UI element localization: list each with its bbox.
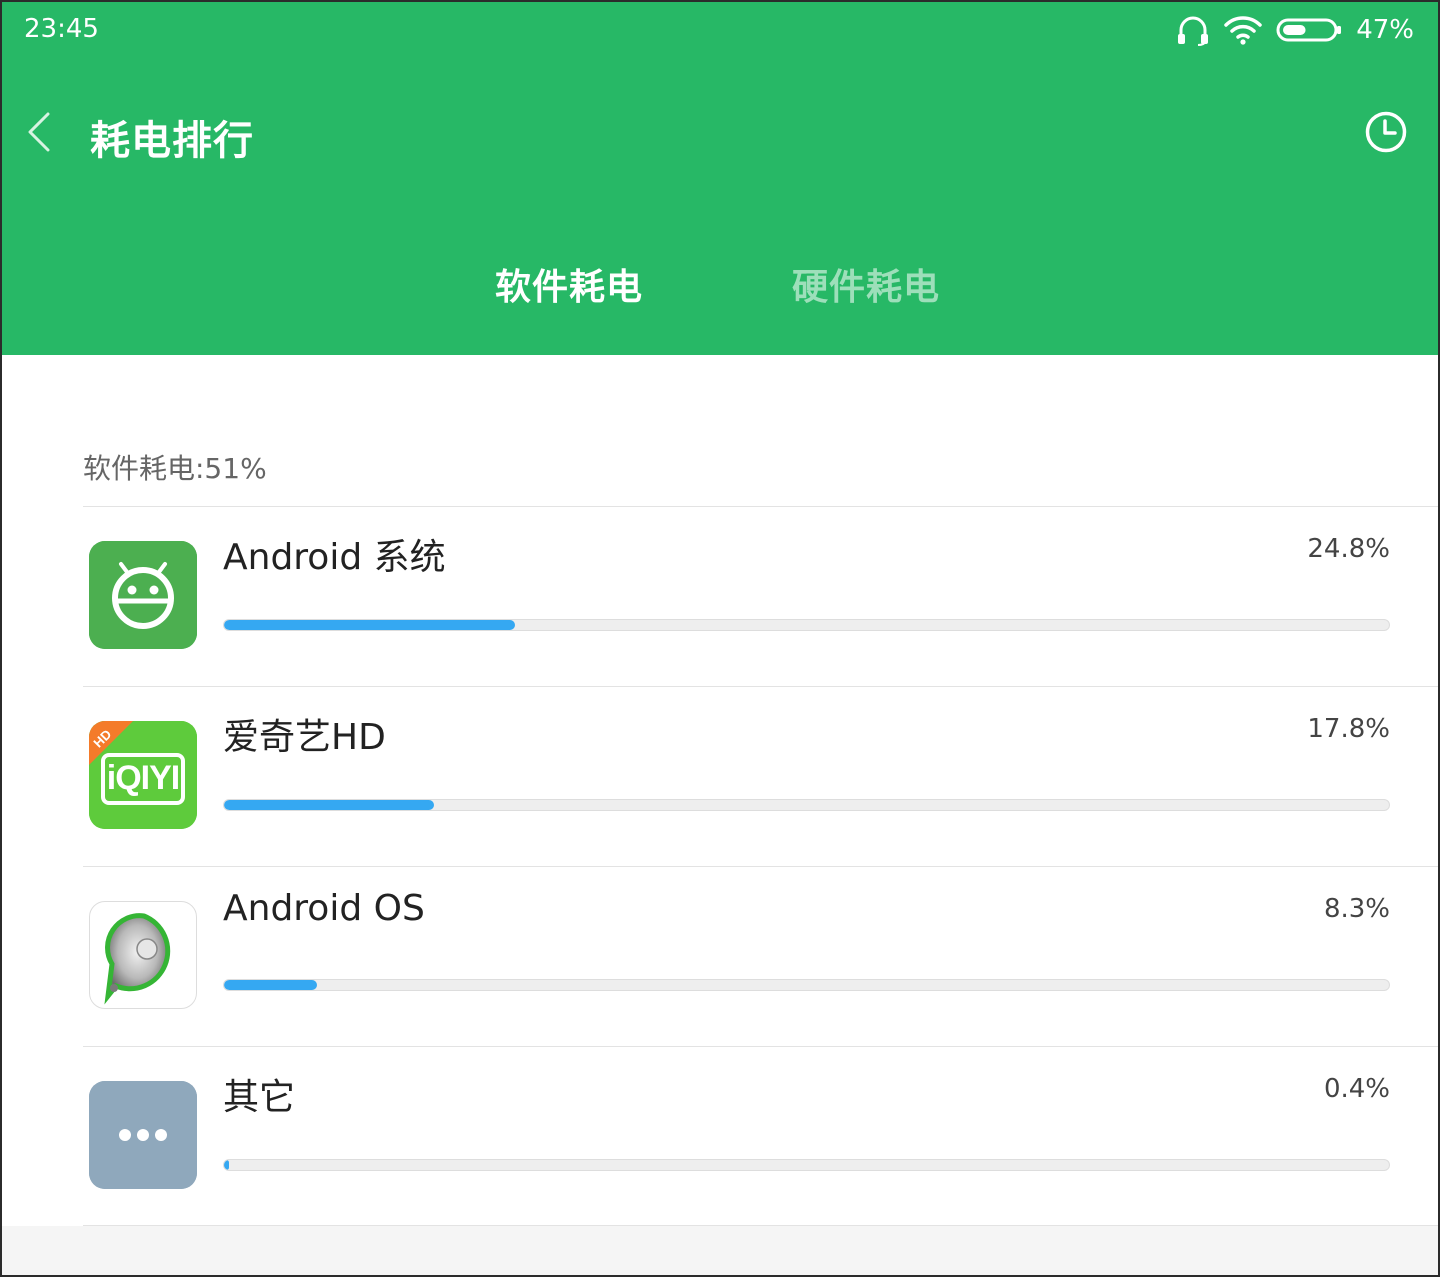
app-percent: 8.3% [1324, 894, 1390, 924]
usage-progress-track [223, 619, 1390, 631]
list-item-iqiyi-hd[interactable]: HD iQIYI 爱奇艺HD 17.8% [0, 686, 1440, 866]
status-icons: 47% [1176, 12, 1414, 48]
power-usage-list: 软件耗电:51% Android 系统 24.8% [0, 355, 1440, 1225]
battery-percent: 47% [1356, 15, 1414, 45]
list-item-android-os[interactable]: Android OS 8.3% [0, 866, 1440, 1046]
app-percent: 24.8% [1307, 534, 1390, 564]
usage-progress-fill [224, 800, 434, 810]
status-time: 23:45 [24, 14, 99, 44]
more-dots-icon [89, 1081, 197, 1189]
app-header: 23:45 [0, 0, 1440, 355]
wifi-icon [1224, 15, 1262, 45]
app-percent: 17.8% [1307, 714, 1390, 744]
battery-icon [1276, 17, 1342, 43]
page-title: 耗电排行 [90, 108, 254, 166]
usage-progress-fill [224, 620, 515, 630]
tab-software-power[interactable]: 软件耗电 [495, 258, 643, 310]
list-item-android-system[interactable]: Android 系统 24.8% [0, 506, 1440, 686]
app-name: Android 系统 [223, 528, 446, 580]
clock-icon[interactable] [1364, 110, 1408, 154]
chevron-left-icon[interactable] [24, 110, 54, 154]
usage-progress-track [223, 1159, 1390, 1171]
usage-progress-fill [224, 980, 317, 990]
android-robot-icon [89, 541, 197, 649]
section-title: 软件耗电:51% [83, 447, 267, 487]
bottom-area [0, 1226, 1440, 1277]
status-bar: 23:45 [0, 0, 1440, 60]
android-os-disc-icon [89, 901, 197, 1009]
app-name: Android OS [223, 888, 425, 929]
usage-progress-fill [224, 1160, 229, 1170]
app-name: 其它 [223, 1068, 295, 1120]
usage-progress-track [223, 979, 1390, 991]
iqiyi-logo-text: iQIYI [106, 759, 180, 798]
headset-icon [1176, 14, 1210, 46]
list-item-others[interactable]: 其它 0.4% [0, 1046, 1440, 1226]
app-percent: 0.4% [1324, 1074, 1390, 1104]
usage-progress-track [223, 799, 1390, 811]
app-name: 爱奇艺HD [223, 708, 386, 760]
iqiyi-logo-icon: HD iQIYI [89, 721, 197, 829]
tab-hardware-power[interactable]: 硬件耗电 [792, 258, 940, 310]
